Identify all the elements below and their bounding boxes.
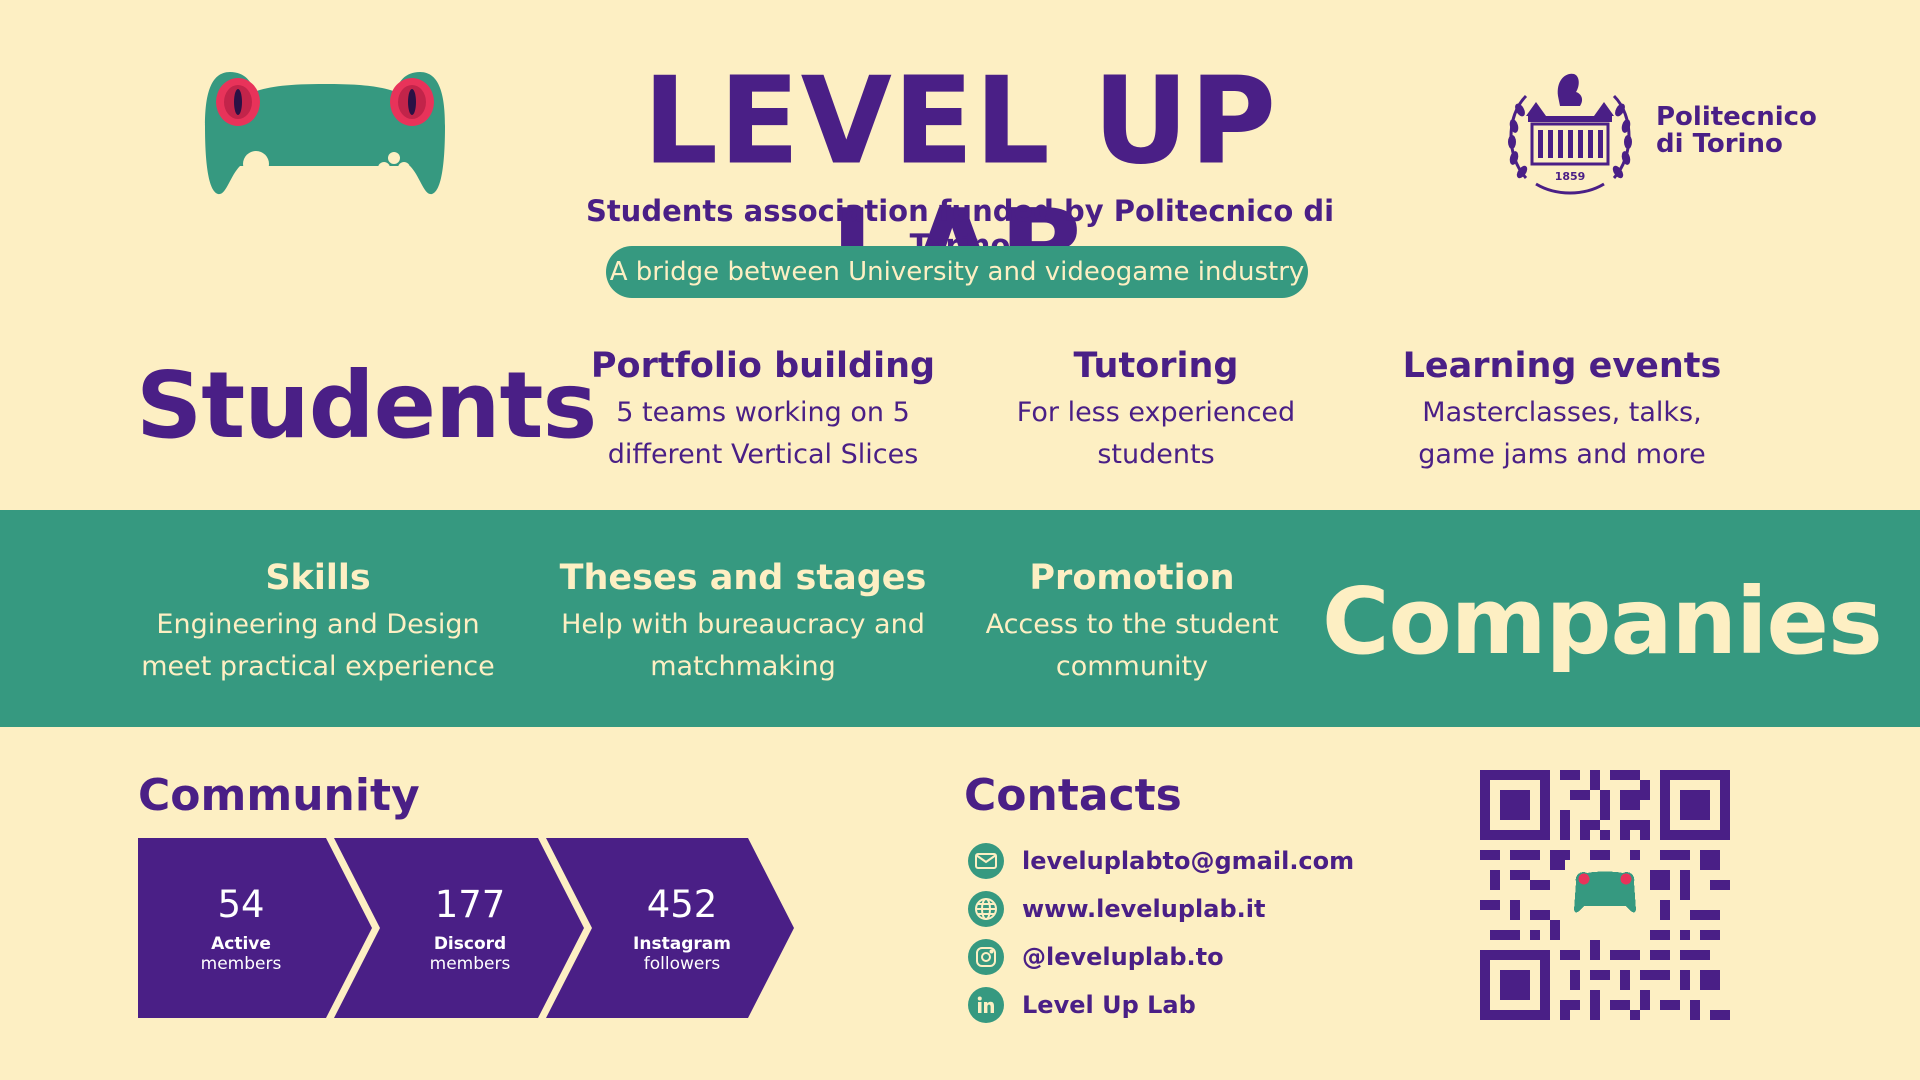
polito-seal-icon: 1859 [1508, 73, 1632, 195]
contact-website-text[interactable]: www.leveluplab.it [1022, 895, 1265, 923]
feature-title: Promotion [1029, 558, 1235, 598]
stat-sublabel: followers [643, 953, 721, 974]
stat-active-members: 54 Active members [138, 838, 344, 1018]
feature-desc-line2: different Vertical Slices [607, 439, 919, 470]
instagram-icon [968, 939, 1004, 975]
partner-name-line2: di Torino [1656, 129, 1783, 159]
partner-name: Politecnico di Torino [1656, 104, 1817, 158]
feature-desc-line2: community [1055, 651, 1209, 682]
contact-instagram[interactable]: @leveluplab.to [968, 939, 1224, 975]
feature-desc-line2: game jams and more [1418, 439, 1706, 470]
student-feature-learning-events: Learning events Masterclasses, talks, ga… [1380, 346, 1744, 476]
feature-desc-line2: matchmaking [650, 651, 836, 682]
feature-desc-line1: Access to the student [985, 609, 1279, 640]
stat-value: 54 [217, 882, 265, 926]
email-icon [968, 843, 1004, 879]
feature-desc-line1: Help with bureaucracy and [561, 609, 925, 640]
linkedin-icon [968, 987, 1004, 1023]
tagline-pill: A bridge between University and videogam… [606, 246, 1308, 298]
student-feature-tutoring: Tutoring For less experienced students [1000, 346, 1312, 476]
feature-desc-line2: students [1097, 439, 1215, 470]
feature-desc-line1: Masterclasses, talks, [1422, 397, 1702, 428]
community-heading: Community [138, 770, 420, 821]
contact-linkedin[interactable]: Level Up Lab [968, 987, 1196, 1023]
partner-name-line1: Politecnico [1656, 102, 1817, 132]
contact-email-text[interactable]: leveluplabto@gmail.com [1022, 847, 1354, 875]
stat-discord-members: 177 Discord members [364, 838, 576, 1018]
feature-desc-line1: For less experienced [1016, 397, 1296, 428]
stat-value: 452 [646, 882, 718, 926]
stat-label: Instagram [633, 933, 731, 954]
companies-heading: Companies [1322, 568, 1883, 675]
stat-sublabel: members [200, 953, 282, 974]
contact-email[interactable]: leveluplabto@gmail.com [968, 843, 1354, 879]
contact-instagram-text[interactable]: @leveluplab.to [1022, 943, 1224, 971]
stat-instagram-followers: 452 Instagram followers [576, 838, 788, 1018]
stat-label: Discord [433, 933, 507, 954]
feature-desc-line1: 5 teams working on 5 [616, 397, 910, 428]
feature-title: Learning events [1402, 346, 1722, 386]
company-feature-theses: Theses and stages Help with bureaucracy … [550, 558, 936, 688]
feature-desc-line1: Engineering and Design [156, 609, 480, 640]
controller-logo-icon [205, 72, 445, 195]
feature-title: Portfolio building [590, 346, 936, 386]
feature-title: Tutoring [1073, 346, 1239, 386]
community-stats: 54 Active members 177 Discord members 45… [138, 838, 798, 1018]
contact-linkedin-text[interactable]: Level Up Lab [1022, 991, 1196, 1019]
feature-title: Theses and stages [559, 558, 927, 598]
seal-year: 1859 [1555, 170, 1586, 183]
company-feature-promotion: Promotion Access to the student communit… [976, 558, 1288, 688]
student-feature-portfolio: Portfolio building 5 teams working on 5 … [590, 346, 936, 476]
stat-sublabel: members [429, 953, 511, 974]
stat-value: 177 [434, 882, 506, 926]
feature-title: Skills [265, 558, 371, 598]
stat-label: Active [211, 933, 271, 954]
company-feature-skills: Skills Engineering and Design meet pract… [128, 558, 508, 688]
contacts-heading: Contacts [964, 770, 1182, 821]
qr-code-icon[interactable] [1480, 770, 1730, 1020]
feature-desc-line2: meet practical experience [141, 651, 495, 682]
globe-icon [968, 891, 1004, 927]
contact-website[interactable]: www.leveluplab.it [968, 891, 1265, 927]
students-heading: Students [136, 352, 597, 459]
